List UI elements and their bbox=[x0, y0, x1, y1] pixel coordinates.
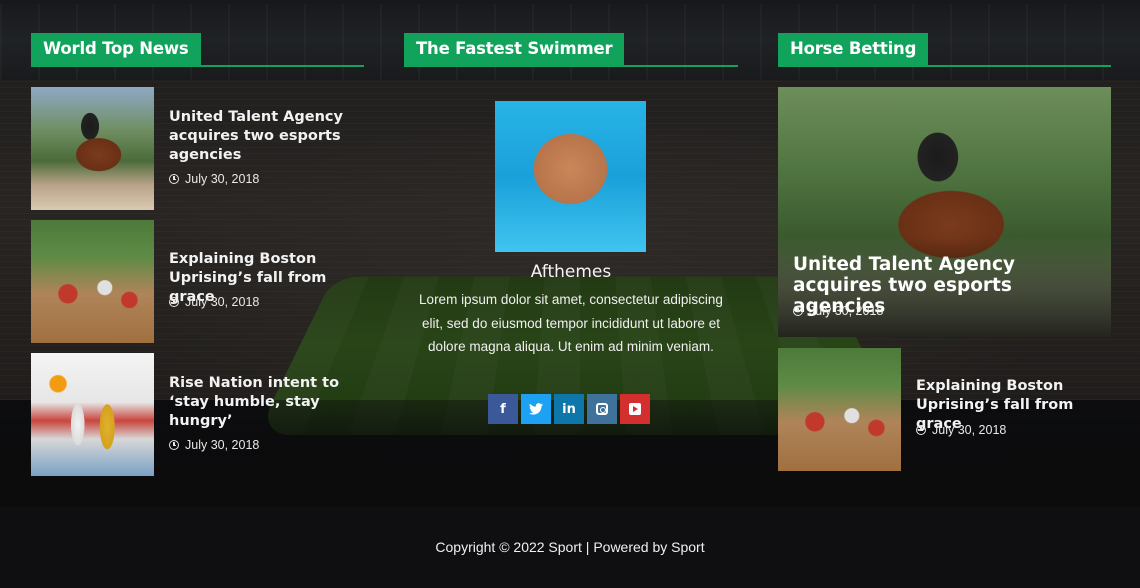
post-date-text: July 30, 2018 bbox=[185, 172, 260, 186]
swimmer-photo bbox=[495, 101, 646, 252]
twitter-icon[interactable] bbox=[521, 394, 551, 424]
facebook-icon[interactable]: f bbox=[488, 394, 518, 424]
post-date-text: July 30, 2018 bbox=[185, 438, 260, 452]
author-name: Afthemes bbox=[530, 262, 612, 282]
post-date: July 30, 2018 bbox=[169, 438, 259, 452]
copyright-text: Copyright © 2022 Sport | Powered by Spor… bbox=[435, 539, 705, 555]
twitter-glyph bbox=[529, 403, 543, 415]
list-item: Explaining Boston Uprising’s fall from g… bbox=[778, 348, 1111, 471]
youtube-icon[interactable] bbox=[620, 394, 650, 424]
featured-post[interactable]: United Talent Agency acquires two esport… bbox=[778, 87, 1111, 337]
horse-betting-widget: Horse Betting United Talent Agency acqui… bbox=[778, 33, 1111, 471]
horse-jumping-photo bbox=[31, 87, 154, 210]
fastest-swimmer-widget: The Fastest Swimmer Afthemes Lorem ipsum… bbox=[404, 33, 738, 424]
post-thumbnail[interactable] bbox=[31, 353, 154, 476]
volleyball-photo bbox=[31, 353, 154, 476]
author-bio: Lorem ipsum dolor sit amet, consectetur … bbox=[419, 292, 723, 354]
list-item: Rise Nation intent to ‘stay humble, stay… bbox=[31, 353, 364, 476]
post-thumbnail[interactable] bbox=[778, 348, 901, 471]
linkedin-glyph: in bbox=[562, 401, 576, 417]
list-item: United Talent Agency acquires two esport… bbox=[31, 87, 364, 210]
post-date-text: July 30, 2018 bbox=[932, 423, 1007, 437]
site-footer: Copyright © 2022 Sport | Powered by Spor… bbox=[0, 507, 1140, 588]
motocross-photo bbox=[31, 220, 154, 343]
post-title-link[interactable]: United Talent Agency acquires two esport… bbox=[169, 108, 359, 165]
instagram-icon[interactable] bbox=[587, 394, 617, 424]
author-photo bbox=[495, 101, 646, 252]
post-thumbnail[interactable] bbox=[31, 87, 154, 210]
post-date: July 30, 2018 bbox=[169, 295, 259, 309]
post-title-link[interactable]: Rise Nation intent to ‘stay humble, stay… bbox=[169, 374, 359, 431]
motocross-photo bbox=[778, 348, 901, 471]
instagram-glyph bbox=[596, 403, 608, 415]
widget-header: The Fastest Swimmer bbox=[404, 33, 738, 67]
post-date-text: July 30, 2018 bbox=[809, 304, 884, 318]
widget-title: The Fastest Swimmer bbox=[404, 33, 625, 65]
social-links: f in bbox=[488, 394, 650, 424]
widget-title: World Top News bbox=[31, 33, 201, 65]
linkedin-icon[interactable]: in bbox=[554, 394, 584, 424]
clock-icon bbox=[169, 440, 179, 450]
widget-header: World Top News bbox=[31, 33, 364, 67]
clock-icon bbox=[169, 174, 179, 184]
list-item: Explaining Boston Uprising’s fall from g… bbox=[31, 220, 364, 343]
world-top-news-widget: World Top News United Talent Agency acqu… bbox=[31, 33, 364, 476]
widget-header: Horse Betting bbox=[778, 33, 1111, 67]
post-date: July 30, 2018 bbox=[169, 172, 259, 186]
clock-icon bbox=[793, 306, 803, 316]
post-date-text: July 30, 2018 bbox=[185, 295, 260, 309]
clock-icon bbox=[916, 425, 926, 435]
facebook-glyph: f bbox=[500, 401, 506, 417]
clock-icon bbox=[169, 297, 179, 307]
youtube-glyph bbox=[629, 403, 641, 415]
post-date: July 30, 2018 bbox=[793, 304, 883, 318]
post-date: July 30, 2018 bbox=[916, 423, 1006, 437]
widget-title: Horse Betting bbox=[778, 33, 929, 65]
post-thumbnail[interactable] bbox=[31, 220, 154, 343]
